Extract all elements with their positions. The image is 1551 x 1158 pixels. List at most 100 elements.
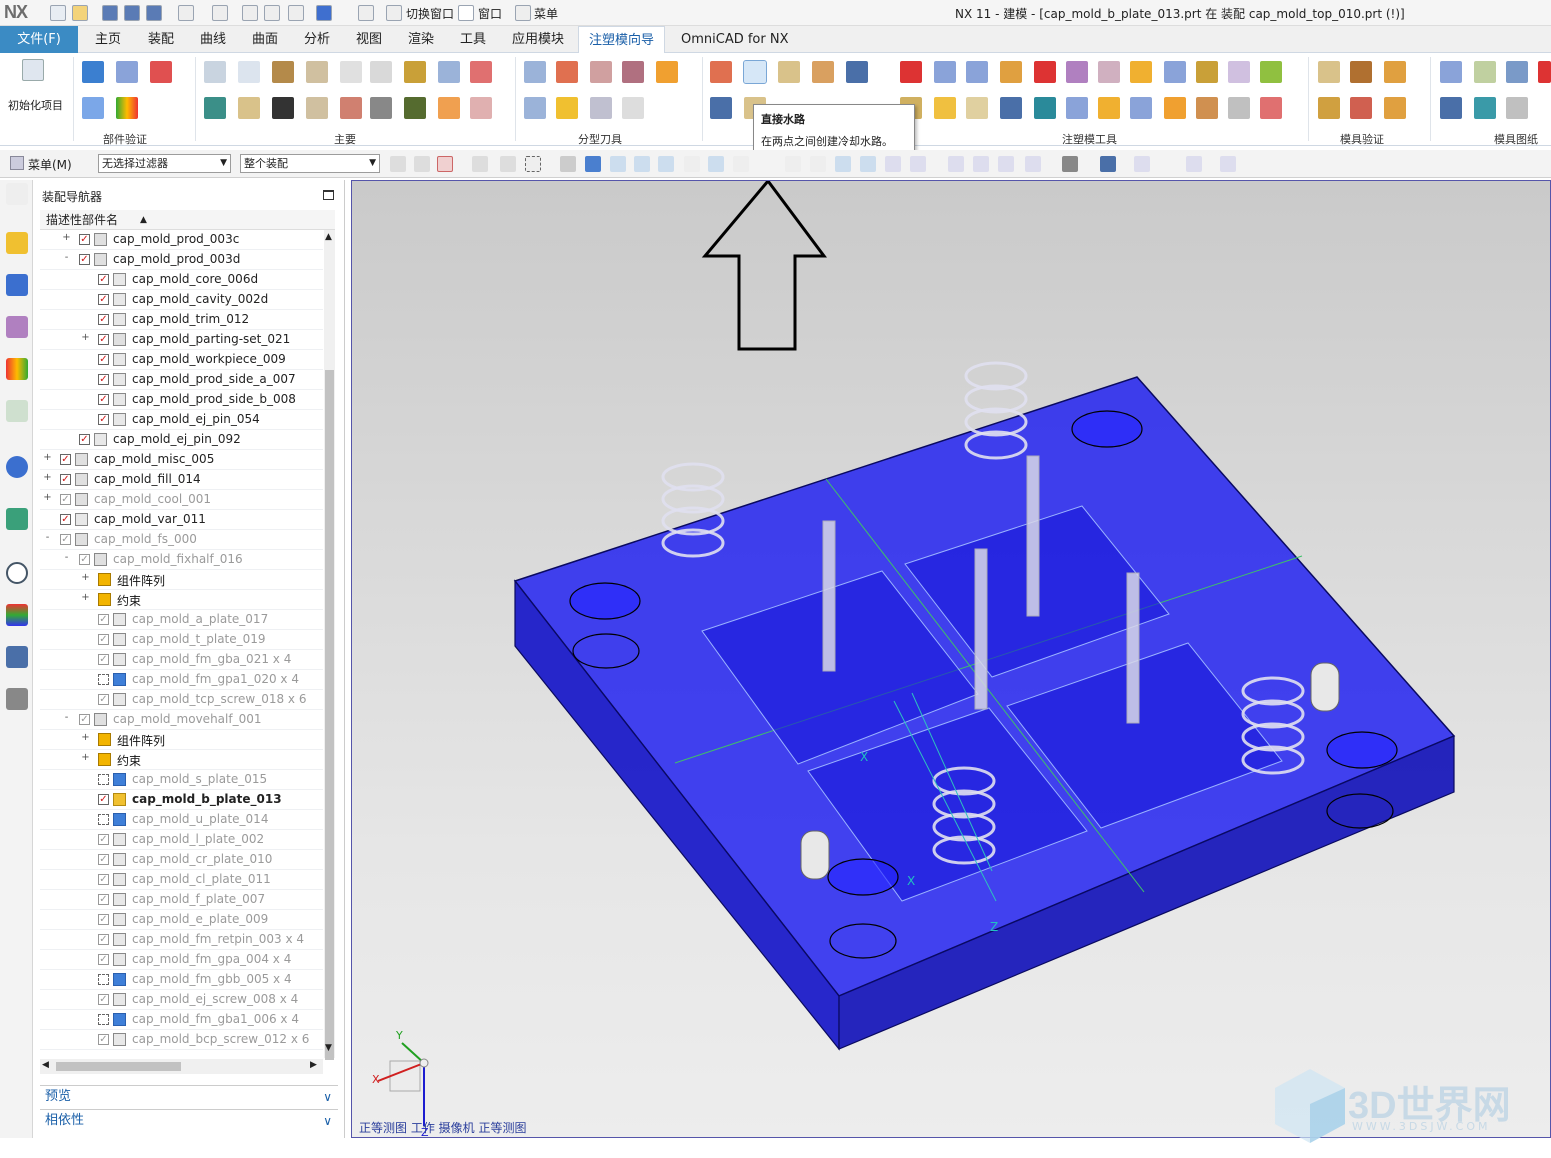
tree-row[interactable]: cap_mold_fm_gba1_006 x 4 (40, 1010, 323, 1030)
collapse-icon[interactable]: - (43, 533, 52, 543)
reference-circle-icon[interactable] (1066, 61, 1088, 83)
deselect-icon[interactable] (472, 156, 488, 172)
eraser-icon[interactable] (358, 5, 374, 21)
scroll-left-icon[interactable]: ◀ (42, 1060, 49, 1070)
visibility-checkbox[interactable]: ✓ (79, 434, 90, 445)
spline-icon[interactable] (733, 156, 749, 172)
expand-icon[interactable]: + (81, 593, 90, 603)
mold-parts-icon[interactable] (1196, 61, 1218, 83)
solid-tool-icon[interactable] (900, 61, 922, 83)
channel-path-icon[interactable] (710, 97, 732, 119)
measure-icon[interactable] (1260, 97, 1282, 119)
shrinkage-icon[interactable] (238, 61, 260, 83)
face-tool-icon[interactable] (1034, 97, 1056, 119)
selection-scope-select[interactable]: 整个装配 ▼ (240, 154, 380, 173)
tab-curve[interactable]: 曲线 (200, 26, 226, 53)
parting-check-icon[interactable] (150, 61, 172, 83)
tab-file[interactable]: 文件(F) (0, 26, 78, 53)
extend-solid-icon[interactable] (1034, 61, 1056, 83)
scroll-right-icon[interactable]: ▶ (310, 1060, 317, 1070)
switch-window-button[interactable]: 切换窗口 (406, 5, 454, 22)
tree-row[interactable]: ✓ cap_mold_cavity_002d (40, 290, 323, 310)
reselect-icon[interactable] (500, 156, 516, 172)
curve-patch-icon[interactable] (556, 61, 578, 83)
vertical-scrollbar[interactable]: ▲ ▼ (324, 230, 335, 1060)
tree-row[interactable]: - ✓ cap_mold_prod_003d (40, 250, 323, 270)
sub-box-icon[interactable] (934, 97, 956, 119)
tree-row[interactable]: ✓ cap_mold_fm_gpa_004 x 4 (40, 950, 323, 970)
visibility-checkbox[interactable] (98, 774, 109, 785)
tree-row[interactable]: ✓ cap_mold_ej_pin_092 (40, 430, 323, 450)
tree-row[interactable]: ✓ cap_mold_var_011 (40, 510, 323, 530)
sub-insert-icon[interactable] (470, 61, 492, 83)
redo-icon[interactable] (212, 5, 228, 21)
mold-tool-icon[interactable] (710, 61, 732, 83)
mold-plate-model[interactable]: X X Z Y X Z (352, 178, 1551, 1139)
tree-row[interactable]: + ✓ cap_mold_prod_003c (40, 230, 323, 250)
history-clock-icon[interactable] (6, 562, 28, 584)
abc-icon[interactable] (1506, 97, 1528, 119)
arc-center-icon[interactable] (785, 156, 801, 172)
offset-icon[interactable] (1164, 97, 1186, 119)
visibility-checkbox[interactable]: ✓ (98, 834, 109, 845)
workpiece-icon[interactable] (272, 61, 294, 83)
visibility-checkbox[interactable]: ✓ (98, 314, 109, 325)
save-all-icon[interactable] (146, 5, 162, 21)
tree-row[interactable]: ✓ cap_mold_ej_screw_008 x 4 (40, 990, 323, 1010)
tab-analysis[interactable]: 分析 (304, 26, 330, 53)
mid-point-icon[interactable] (658, 156, 674, 172)
tab-home[interactable]: 主页 (95, 26, 121, 53)
runner-icon[interactable] (238, 97, 260, 119)
feature-select-icon[interactable] (560, 156, 576, 172)
mold-base-icon[interactable] (340, 61, 362, 83)
split-solid-icon[interactable] (934, 61, 956, 83)
menu-icon[interactable] (515, 5, 531, 21)
tree-row[interactable]: - ✓ cap_mold_fs_000 (40, 530, 323, 550)
save-icon[interactable] (102, 5, 118, 21)
scroll-up-icon[interactable]: ▲ (325, 232, 332, 242)
end-point-icon[interactable] (634, 156, 650, 172)
expand-icon[interactable]: + (43, 473, 52, 483)
bill-of-materials-icon[interactable] (470, 97, 492, 119)
parting-navigator-icon[interactable] (622, 97, 644, 119)
tab-view[interactable]: 视图 (356, 26, 382, 53)
tree-row[interactable]: ✓ cap_mold_workpiece_009 (40, 350, 323, 370)
tree-row[interactable]: ✓ cap_mold_trim_012 (40, 310, 323, 330)
collapse-icon[interactable]: - (62, 553, 71, 563)
dependency-panel[interactable]: 相依性 ∨ (40, 1109, 338, 1131)
switch-window-icon[interactable] (386, 5, 402, 21)
assembly-drawing-icon[interactable] (1474, 61, 1496, 83)
visibility-checkbox[interactable]: ✓ (60, 454, 71, 465)
tree-row[interactable]: ✓ cap_mold_tcp_screw_018 x 6 (40, 690, 323, 710)
check-list-icon[interactable] (1350, 97, 1372, 119)
visibility-checkbox[interactable]: ✓ (98, 294, 109, 305)
process-studio-icon[interactable] (6, 646, 28, 668)
check-region-icon[interactable] (116, 61, 138, 83)
tree-row[interactable]: ✓ cap_mold_cl_plate_011 (40, 870, 323, 890)
paste-icon[interactable] (288, 5, 304, 21)
cut-icon[interactable] (242, 5, 258, 21)
window-menu-button[interactable]: 窗口 (478, 5, 502, 22)
visibility-checkbox[interactable]: ✓ (79, 234, 90, 245)
visibility-checkbox[interactable] (98, 674, 109, 685)
visibility-checkbox[interactable]: ✓ (98, 794, 109, 805)
tree-row[interactable]: ✓ cap_mold_core_006d (40, 270, 323, 290)
filter-icon[interactable] (414, 156, 430, 172)
snap-point-icon[interactable] (610, 156, 626, 172)
layer-icon[interactable] (1474, 97, 1496, 119)
orient-view-icon[interactable] (1025, 156, 1041, 172)
curve-snap-icon[interactable] (684, 156, 700, 172)
visibility-checkbox[interactable]: ✓ (98, 994, 109, 1005)
body-select-icon[interactable] (585, 156, 601, 172)
tab-omnicad[interactable]: OmniCAD for NX (681, 26, 789, 53)
preview-panel[interactable]: 预览 ∨ (40, 1085, 338, 1107)
cavity-layout-icon[interactable] (306, 61, 328, 83)
open-folder-icon[interactable] (72, 5, 88, 21)
extend-channel-icon[interactable] (812, 61, 834, 83)
standard-part-icon[interactable] (370, 61, 392, 83)
expand-icon[interactable]: + (81, 333, 90, 343)
point-on-face-icon[interactable] (885, 156, 901, 172)
visibility-checkbox[interactable]: ✓ (98, 354, 109, 365)
tree-row[interactable]: ✓ cap_mold_fm_gba_021 x 4 (40, 650, 323, 670)
zoom-icon[interactable] (973, 156, 989, 172)
